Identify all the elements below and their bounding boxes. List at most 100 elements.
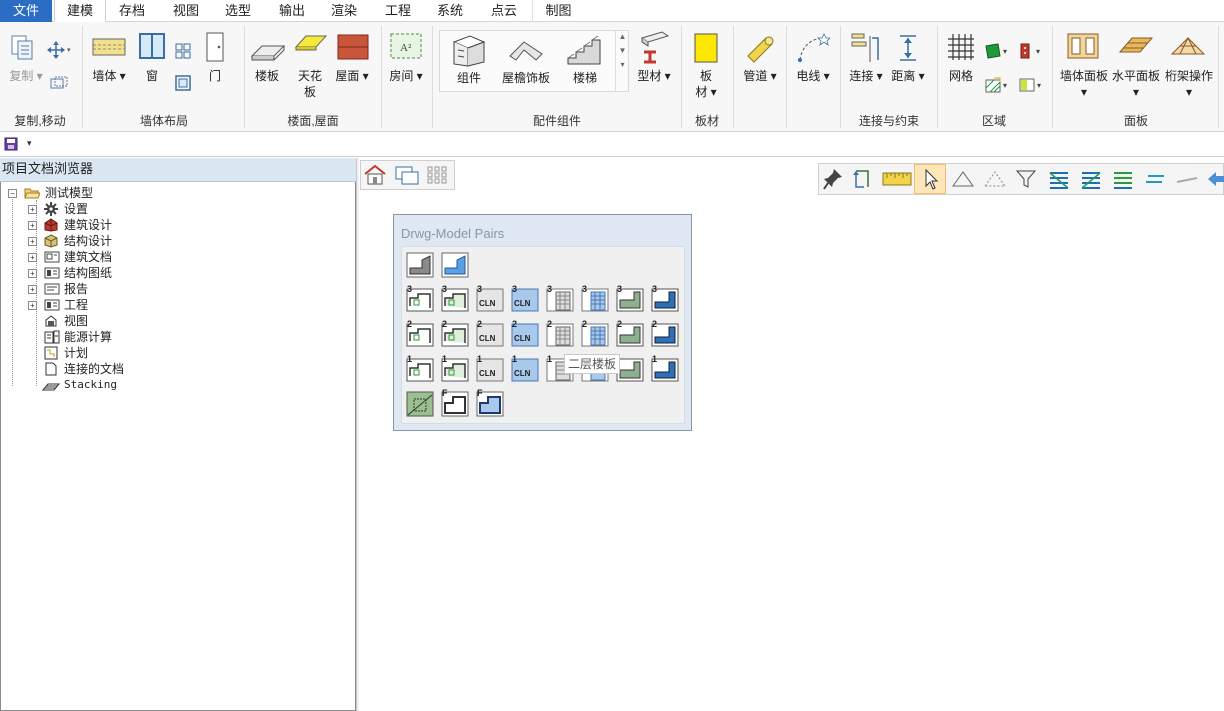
door-button[interactable]: 门 — [204, 68, 226, 84]
ceiling-icon[interactable] — [294, 32, 328, 54]
expand-icon[interactable]: + — [28, 301, 37, 310]
wall-panel-button[interactable]: 墙体面板 ▾ — [1058, 68, 1110, 100]
svg-text:CLN: CLN — [514, 369, 531, 378]
expand-icon[interactable]: + — [28, 221, 37, 230]
board-icon[interactable] — [694, 33, 718, 63]
pin-icon[interactable] — [822, 167, 844, 191]
horizontal-panel-icon[interactable] — [1118, 34, 1154, 58]
tree-item-label: 能源计算 — [64, 330, 113, 344]
profile-button[interactable]: 型材 ▾ — [634, 68, 674, 84]
copy-icon[interactable] — [8, 32, 42, 64]
ruler-icon[interactable] — [882, 170, 912, 188]
window-frame-icon[interactable] — [174, 74, 192, 92]
filter-icon[interactable] — [1014, 168, 1038, 190]
copy-button-label[interactable]: 复制 ▾ — [6, 68, 46, 84]
expand-icon[interactable]: + — [28, 285, 37, 294]
pipe-button[interactable]: 管道 ▾ — [738, 68, 782, 84]
stair-icon[interactable] — [566, 34, 604, 68]
gallery-scroll[interactable]: ▲ ▼ ▾ — [615, 30, 629, 92]
panel-splitter[interactable] — [356, 158, 359, 711]
window-button[interactable]: 窗 — [138, 68, 166, 84]
layers-blue-alt-icon[interactable] — [1078, 168, 1104, 190]
wire-icon[interactable] — [796, 32, 830, 64]
pipe-icon[interactable] — [744, 32, 776, 64]
profile-icon[interactable] — [638, 30, 670, 64]
distance-icon[interactable] — [894, 32, 922, 64]
floor-button[interactable]: 楼板 — [250, 68, 284, 84]
connect-button[interactable]: 连接 ▾ — [846, 68, 886, 84]
tab-system[interactable]: 系统 — [424, 0, 476, 22]
floor-icon[interactable] — [250, 40, 286, 64]
roof-icon[interactable] — [336, 33, 370, 61]
row-number: 3 — [512, 284, 518, 294]
triangle-select-icon[interactable] — [950, 168, 976, 190]
tree-item-label: 视图 — [64, 314, 89, 328]
tab-render[interactable]: 渲染 — [318, 0, 370, 22]
board-button[interactable]: 板材 ▾ — [690, 68, 722, 100]
wall-panel-icon[interactable] — [1066, 32, 1100, 60]
layers-blue-icon[interactable] — [1046, 168, 1072, 190]
eave-trim-icon[interactable] — [506, 36, 546, 66]
zone-marker-icon[interactable]: ▾ — [1018, 42, 1046, 60]
layers-green-icon[interactable] — [1110, 168, 1136, 190]
collapse-icon[interactable]: − — [8, 189, 17, 198]
wall-button[interactable]: 墙体 ▾ — [88, 68, 130, 84]
tab-selection[interactable]: 选型 — [212, 0, 264, 22]
ribbon-divider — [733, 26, 734, 128]
ceiling-button[interactable]: 天花板 — [294, 68, 326, 100]
truss-icon[interactable] — [1170, 34, 1206, 58]
expand-icon[interactable]: + — [28, 205, 37, 214]
grid-view-icon[interactable] — [426, 165, 448, 185]
tab-project[interactable]: 工程 — [372, 0, 424, 22]
zone-hatch-icon[interactable]: ▾ — [984, 76, 1012, 94]
line-icon[interactable] — [1174, 168, 1200, 190]
stair-button[interactable]: 楼梯 — [566, 70, 604, 86]
truss-button[interactable]: 桁架操作 ▾ — [1162, 68, 1216, 100]
room-button[interactable]: 房间 ▾ — [386, 68, 426, 84]
window-tile-icon[interactable] — [394, 164, 420, 186]
zone-area-icon[interactable]: ▾ — [984, 42, 1012, 60]
component-button[interactable]: 组件 — [450, 70, 488, 86]
expand-icon[interactable]: + — [28, 269, 37, 278]
expand-icon[interactable]: + — [28, 253, 37, 262]
undo-icon[interactable] — [1206, 168, 1224, 190]
home-view-icon[interactable] — [363, 164, 387, 186]
move-icon[interactable]: ▾ — [46, 40, 72, 60]
room-icon[interactable]: A² — [389, 32, 423, 60]
component-icon[interactable] — [450, 34, 488, 68]
save-icon[interactable] — [4, 137, 18, 151]
door-icon[interactable] — [204, 32, 226, 62]
pair-site-icon[interactable] — [406, 391, 434, 417]
wall-icon[interactable] — [92, 34, 126, 60]
row-number: 1 — [652, 354, 658, 364]
window-icon[interactable] — [138, 32, 166, 60]
tab-output[interactable]: 输出 — [266, 0, 318, 22]
distance-button[interactable]: 距离 ▾ — [888, 68, 928, 84]
grid-button[interactable]: 网格 — [944, 68, 978, 84]
zone-split-icon[interactable]: ▾ — [1018, 76, 1046, 94]
layers-single-icon[interactable] — [1142, 168, 1168, 190]
tab-point-cloud[interactable]: 点云 — [478, 0, 530, 22]
dashed-triangle-select-icon[interactable] — [982, 168, 1008, 190]
window-grid-icon[interactable] — [174, 42, 192, 60]
tab-view[interactable]: 视图 — [160, 0, 212, 22]
expand-icon[interactable]: + — [28, 237, 37, 246]
tab-modeling[interactable]: 建模 — [54, 0, 106, 22]
wire-button[interactable]: 电线 ▾ — [792, 68, 834, 84]
rotate-view-icon[interactable] — [850, 167, 874, 191]
eave-trim-button[interactable]: 屋檐饰板 — [498, 70, 554, 86]
tab-drawing[interactable]: 制图 — [532, 0, 584, 22]
quick-access-dropdown-icon[interactable]: ▾ — [27, 138, 37, 150]
file-menu-button[interactable]: 文件 — [0, 0, 52, 22]
copy-offset-icon[interactable] — [50, 76, 68, 90]
select-pointer-button[interactable] — [914, 164, 946, 194]
horizontal-panel-button[interactable]: 水平面板 ▾ — [1110, 68, 1162, 100]
connect-icon[interactable] — [850, 32, 882, 64]
menu-bar: 文件 建模 存档 视图 选型 输出 渲染 工程 系统 点云 制图 — [0, 0, 1224, 22]
pair-floor-1-icon[interactable] — [616, 356, 644, 382]
pair-floor-gray-icon[interactable] — [406, 252, 434, 278]
pair-floor-blue-icon[interactable] — [441, 252, 469, 278]
roof-button[interactable]: 屋面 ▾ — [332, 68, 372, 84]
grid-icon[interactable] — [946, 32, 976, 62]
tab-archive[interactable]: 存档 — [106, 0, 158, 22]
